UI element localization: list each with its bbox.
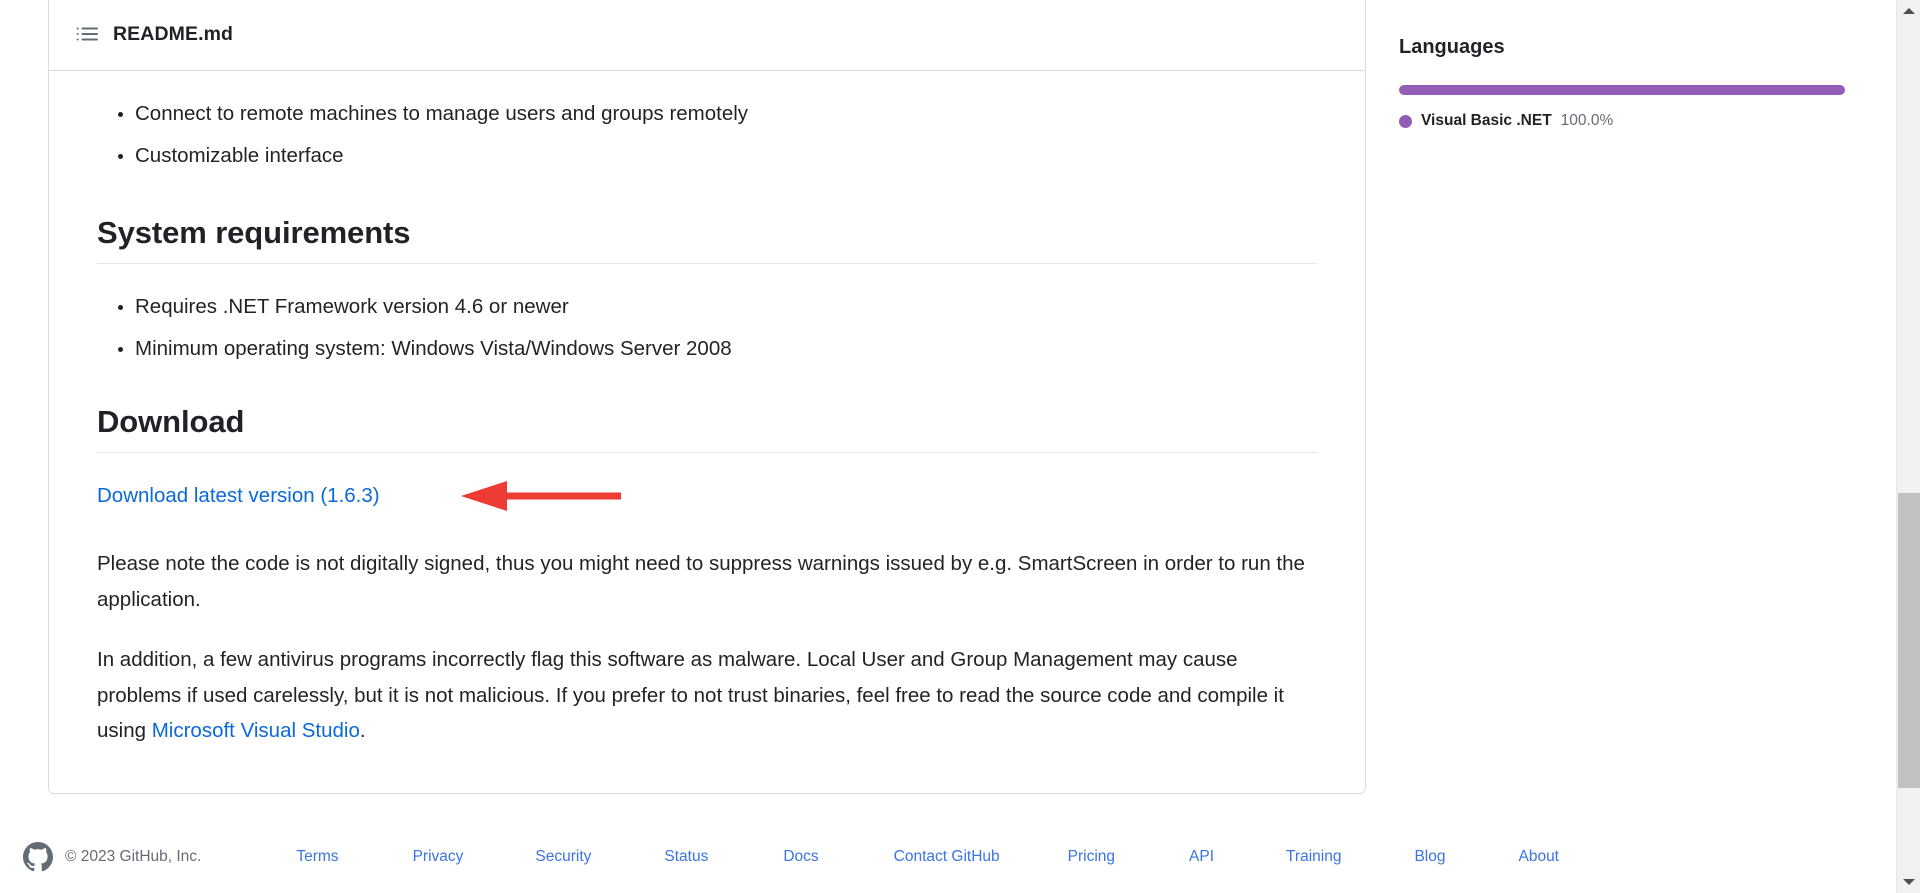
- readme-card: README.md Connect to remote machines to …: [48, 0, 1366, 794]
- footer-link-pricing[interactable]: Pricing: [1068, 848, 1115, 866]
- languages-list: Visual Basic .NET 100.0%: [1399, 109, 1859, 133]
- footer-link-docs[interactable]: Docs: [783, 848, 818, 866]
- footer-link-contact-github[interactable]: Contact GitHub: [894, 848, 1000, 866]
- language-percent: 100.0%: [1561, 112, 1614, 130]
- red-arrow-annotation-icon: [461, 476, 621, 516]
- download-row: Download latest version (1.6.3): [97, 484, 1317, 514]
- paragraph-signing-note: Please note the code is not digitally si…: [97, 546, 1317, 617]
- system-requirements-list: Requires .NET Framework version 4.6 or n…: [97, 286, 1317, 370]
- readme-body: Connect to remote machines to manage use…: [49, 71, 1365, 793]
- paragraph-antivirus-text-2: .: [360, 719, 366, 742]
- scroll-up-icon[interactable]: [1897, 0, 1920, 22]
- notes-block: Please note the code is not digitally si…: [97, 546, 1317, 749]
- heading-system-requirements: System requirements: [97, 215, 1317, 264]
- list-item: Requires .NET Framework version 4.6 or n…: [135, 286, 1317, 328]
- content-area: README.md Connect to remote machines to …: [0, 0, 1896, 893]
- language-name: Visual Basic .NET: [1421, 112, 1552, 130]
- readme-filename: README.md: [113, 23, 233, 46]
- language-item-visual-basic-net[interactable]: Visual Basic .NET 100.0%: [1399, 109, 1859, 133]
- paragraph-antivirus-note: In addition, a few antivirus programs in…: [97, 642, 1317, 749]
- footer-link-training[interactable]: Training: [1286, 848, 1341, 866]
- github-mark-icon[interactable]: [23, 842, 53, 872]
- language-color-dot-icon: [1399, 115, 1412, 128]
- scroll-down-icon[interactable]: [1897, 871, 1920, 893]
- list-item: Customizable interface: [135, 135, 1317, 177]
- download-latest-version-link[interactable]: Download latest version (1.6.3): [97, 484, 380, 507]
- footer-link-terms[interactable]: Terms: [296, 848, 338, 866]
- feature-list: Connect to remote machines to manage use…: [97, 93, 1317, 177]
- footer-links: Terms Privacy Security Status Docs Conta…: [296, 848, 1559, 866]
- readme-header: README.md: [49, 0, 1365, 71]
- language-segment-visual-basic-net[interactable]: [1399, 85, 1845, 95]
- languages-heading: Languages: [1399, 36, 1859, 59]
- footer-link-api[interactable]: API: [1189, 848, 1214, 866]
- browser-page: README.md Connect to remote machines to …: [0, 0, 1920, 893]
- footer-copyright: © 2023 GitHub, Inc.: [65, 848, 201, 866]
- footer-link-security[interactable]: Security: [535, 848, 591, 866]
- footer-link-status[interactable]: Status: [664, 848, 708, 866]
- microsoft-visual-studio-link[interactable]: Microsoft Visual Studio: [152, 719, 360, 742]
- languages-bar[interactable]: [1399, 85, 1845, 95]
- bulleted-list-icon[interactable]: [75, 23, 99, 47]
- sidebar: Languages Visual Basic .NET 100.0%: [1399, 0, 1859, 133]
- vertical-scrollbar[interactable]: [1896, 0, 1920, 893]
- heading-download: Download: [97, 404, 1317, 453]
- page-footer: © 2023 GitHub, Inc. Terms Privacy Securi…: [0, 820, 1896, 893]
- footer-link-blog[interactable]: Blog: [1414, 848, 1445, 866]
- footer-link-privacy[interactable]: Privacy: [413, 848, 464, 866]
- footer-link-about[interactable]: About: [1518, 848, 1559, 866]
- scrollbar-thumb[interactable]: [1898, 493, 1920, 788]
- list-item: Minimum operating system: Windows Vista/…: [135, 328, 1317, 370]
- list-item: Connect to remote machines to manage use…: [135, 93, 1317, 135]
